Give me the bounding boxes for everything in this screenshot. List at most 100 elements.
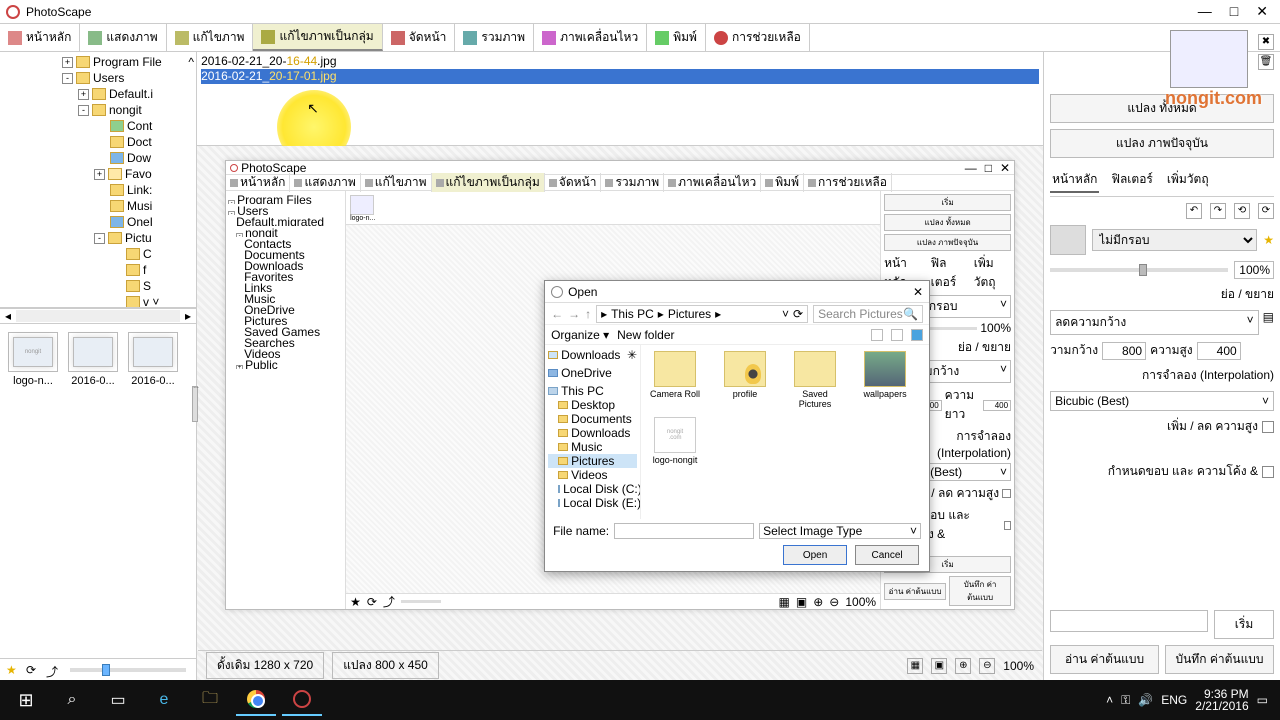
view-dd[interactable]	[891, 329, 903, 341]
inner-start[interactable]: เริ่ม	[884, 194, 1011, 211]
dialog-side-tree[interactable]: Downloads✳ OneDrive This PC Desktop Docu…	[545, 345, 641, 519]
search-input[interactable]: Search Pictures🔍	[813, 305, 923, 323]
grid-icon[interactable]: ▦	[779, 595, 790, 609]
close-button[interactable]: ✕	[1256, 3, 1268, 20]
cancel-button[interactable]: Cancel	[855, 545, 919, 565]
chrome-app[interactable]	[236, 684, 276, 716]
convert-current-button[interactable]: แปลง ภาพปัจจุบัน	[1050, 129, 1274, 158]
refresh-icon[interactable]: ⟳	[367, 595, 377, 609]
tab-viewer[interactable]: แสดงภาพ	[80, 24, 166, 51]
system-tray[interactable]: ˄ ⚿ 🔊 ENG 9:36 PM2/21/2016 ▭	[1106, 688, 1274, 712]
tab-object-r[interactable]: เพิ่มวัตถุ	[1165, 168, 1211, 193]
start-button[interactable]: เริ่ม	[1214, 610, 1274, 639]
splitter-grip[interactable]: ···	[192, 386, 198, 422]
folder-tree[interactable]: +Program File^ -Users +Default.i -nongit…	[0, 52, 196, 308]
folder-item[interactable]: Saved Pictures	[787, 351, 843, 409]
tab-editor[interactable]: แก้ไขภาพ	[167, 24, 254, 51]
refresh-icon[interactable]: ⟳	[26, 663, 40, 677]
zoom-slider[interactable]	[1050, 268, 1228, 272]
batch-file-list[interactable]: 2016-02-21_20-16-44.jpg 2016-02-21_20-17…	[197, 52, 1043, 146]
dialog-file-grid[interactable]: Camera Roll profile Saved Pictures wallp…	[641, 345, 929, 519]
thumb-item[interactable]: nongitlogo-n...	[8, 332, 58, 387]
grid-icon[interactable]: ▦	[907, 658, 923, 674]
tab-home-r[interactable]: หน้าหลัก	[1050, 168, 1099, 193]
zoom-in-icon[interactable]: ⊕	[955, 658, 971, 674]
resize-tool-icon[interactable]: ▤	[1263, 310, 1274, 335]
tab-filter-r[interactable]: ฟิลเตอร์	[1109, 168, 1154, 193]
zoom-out-icon[interactable]: ⊖	[979, 658, 995, 674]
file-row[interactable]: 2016-02-21_20-16-44.jpg	[201, 54, 1039, 69]
file-row-selected[interactable]: 2016-02-21_20-17-01.jpg	[201, 69, 1039, 84]
trash-icon[interactable]: 🗑	[1258, 54, 1274, 70]
save-preset-button[interactable]: บันทึก ค่าต้นแบบ	[1165, 645, 1274, 674]
nav-up[interactable]: ↑	[585, 307, 591, 321]
tab-home[interactable]: หน้าหลัก	[0, 24, 80, 51]
zoom-in-icon[interactable]: ⊕	[813, 595, 823, 609]
fit-icon[interactable]: ▣	[796, 595, 807, 609]
ratio-checkbox[interactable]	[1262, 421, 1274, 433]
folder-item[interactable]: wallpapers	[857, 351, 913, 409]
nav-back[interactable]: ←	[551, 307, 563, 321]
redo-icon[interactable]: ↷	[1210, 203, 1226, 219]
thumb-item[interactable]: 2016-0...	[128, 332, 178, 387]
tray-up-icon[interactable]: ˄	[1106, 693, 1113, 707]
open-button[interactable]: Open	[783, 545, 847, 565]
rotate-l-icon[interactable]: ⟲	[1234, 203, 1250, 219]
nav-fwd[interactable]: →	[568, 307, 580, 321]
file-item[interactable]: nongit.comlogo-nongit	[647, 417, 703, 465]
explorer-app[interactable]: 🗀	[190, 684, 230, 716]
photoscape-app[interactable]	[282, 684, 322, 716]
inner-tree[interactable]: -Program Files -Users Default.migrated -…	[226, 191, 346, 609]
inner-close[interactable]: ✕	[1000, 161, 1010, 175]
tab-batch[interactable]: แก้ไขภาพเป็นกลุ่ม	[253, 24, 382, 51]
folder-item[interactable]: profile	[717, 351, 773, 409]
maximize-button[interactable]: □	[1230, 3, 1238, 20]
lang-indicator[interactable]: ENG	[1161, 693, 1187, 707]
fav-frame-icon[interactable]: ★	[1263, 233, 1274, 247]
star-icon[interactable]: ★	[350, 595, 361, 609]
zoom-out-icon[interactable]: ⊖	[829, 595, 839, 609]
tab-combine[interactable]: รวมภาพ	[455, 24, 534, 51]
tab-print[interactable]: พิมพ์	[647, 24, 706, 51]
inner-slider[interactable]	[401, 600, 441, 603]
dialog-close[interactable]: ✕	[913, 285, 923, 299]
undo-icon[interactable]: ↶	[1186, 203, 1202, 219]
tab-help[interactable]: การช่วยเหลือ	[706, 24, 810, 51]
taskview-button[interactable]: ▭	[98, 684, 138, 716]
organize-menu[interactable]: Organize ▾	[551, 328, 609, 342]
open-icon[interactable]: ⤴	[46, 663, 60, 677]
width-input[interactable]	[1102, 342, 1146, 360]
inner-max[interactable]: □	[985, 161, 992, 175]
minimize-button[interactable]: —	[1198, 3, 1212, 20]
preset-input[interactable]	[1050, 610, 1208, 632]
crop-icon[interactable]: ▣	[931, 658, 947, 674]
crop-checkbox[interactable]	[1262, 466, 1274, 478]
network-icon[interactable]: ⚿	[1121, 693, 1130, 708]
view-button[interactable]	[871, 329, 883, 341]
star-icon[interactable]: ★	[6, 663, 20, 677]
help-button[interactable]	[911, 329, 923, 341]
interp-select[interactable]: Bicubic (Best)˅	[1050, 391, 1274, 411]
delete-icon[interactable]: ✖	[1258, 34, 1274, 50]
rotate-r-icon[interactable]: ⟳	[1258, 203, 1274, 219]
start-button[interactable]: ⊞	[6, 684, 46, 716]
tab-gif[interactable]: ภาพเคลื่อนไหว	[534, 24, 647, 51]
folder-item[interactable]: Camera Roll	[647, 351, 703, 409]
filename-input[interactable]	[614, 523, 754, 539]
thumb-size-slider[interactable]	[70, 668, 186, 672]
frame-select[interactable]: ไม่มีกรอบ	[1092, 229, 1257, 251]
edge-app[interactable]: e	[144, 684, 184, 716]
notifications-icon[interactable]: ▭	[1257, 693, 1268, 707]
filetype-select[interactable]: Select Image Type˅	[759, 523, 921, 539]
new-folder-button[interactable]: New folder	[617, 328, 674, 342]
search-button[interactable]: ⌕	[52, 684, 92, 716]
thumb-item[interactable]: 2016-0...	[68, 332, 118, 387]
clock[interactable]: 9:36 PM2/21/2016	[1195, 688, 1248, 712]
open-icon[interactable]: ⤴	[383, 593, 395, 609]
volume-icon[interactable]: 🔊	[1138, 693, 1153, 707]
breadcrumb[interactable]: ▸This PC▸Pictures▸ ˅⟳	[596, 305, 808, 323]
height-input[interactable]	[1197, 342, 1241, 360]
reduce-width-select[interactable]: ลดความกว้าง˅	[1050, 310, 1259, 335]
load-preset-button[interactable]: อ่าน ค่าต้นแบบ	[1050, 645, 1159, 674]
tree-h-scroll[interactable]: ◂▸	[0, 308, 196, 324]
